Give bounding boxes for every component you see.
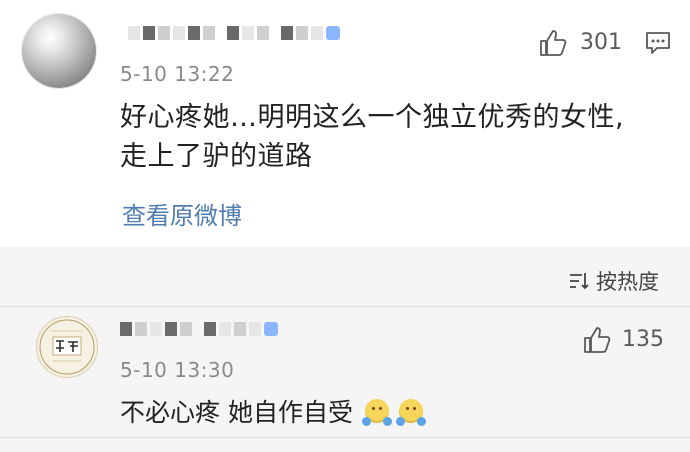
sort-by-hot-button[interactable]: 按热度 xyxy=(568,266,659,296)
username-blurred[interactable] xyxy=(128,26,340,40)
hug-emoji-icon xyxy=(361,399,392,426)
comment-icon[interactable] xyxy=(645,30,671,56)
hug-emoji-icon xyxy=(395,399,426,426)
divider xyxy=(0,306,690,307)
username-blurred[interactable] xyxy=(120,322,278,336)
avatar[interactable] xyxy=(36,316,98,378)
like-count: 135 xyxy=(622,327,664,352)
comment-text: 不必心疼 她自作自受 xyxy=(120,393,426,429)
timestamp: 5-10 13:22 xyxy=(120,62,235,86)
comment-text-line1: 好心疼她…明明这么一个独立优秀的女性, xyxy=(120,102,625,133)
sort-icon xyxy=(568,271,590,291)
avatar[interactable] xyxy=(22,14,96,88)
like-count: 301 xyxy=(580,30,622,55)
vip-badge-icon xyxy=(264,322,278,336)
comment-text-line2: 走上了驴的道路 xyxy=(120,141,313,172)
timestamp: 5-10 13:30 xyxy=(120,358,235,382)
sort-label: 按热度 xyxy=(596,270,659,294)
thumbs-up-icon[interactable] xyxy=(538,28,568,58)
vip-badge-icon xyxy=(326,26,340,40)
divider xyxy=(0,437,690,438)
thumbs-up-icon[interactable] xyxy=(582,325,612,355)
view-original-weibo-link[interactable]: 查看原微博 xyxy=(122,196,242,231)
comment-text-body: 不必心疼 她自作自受 xyxy=(120,398,353,427)
